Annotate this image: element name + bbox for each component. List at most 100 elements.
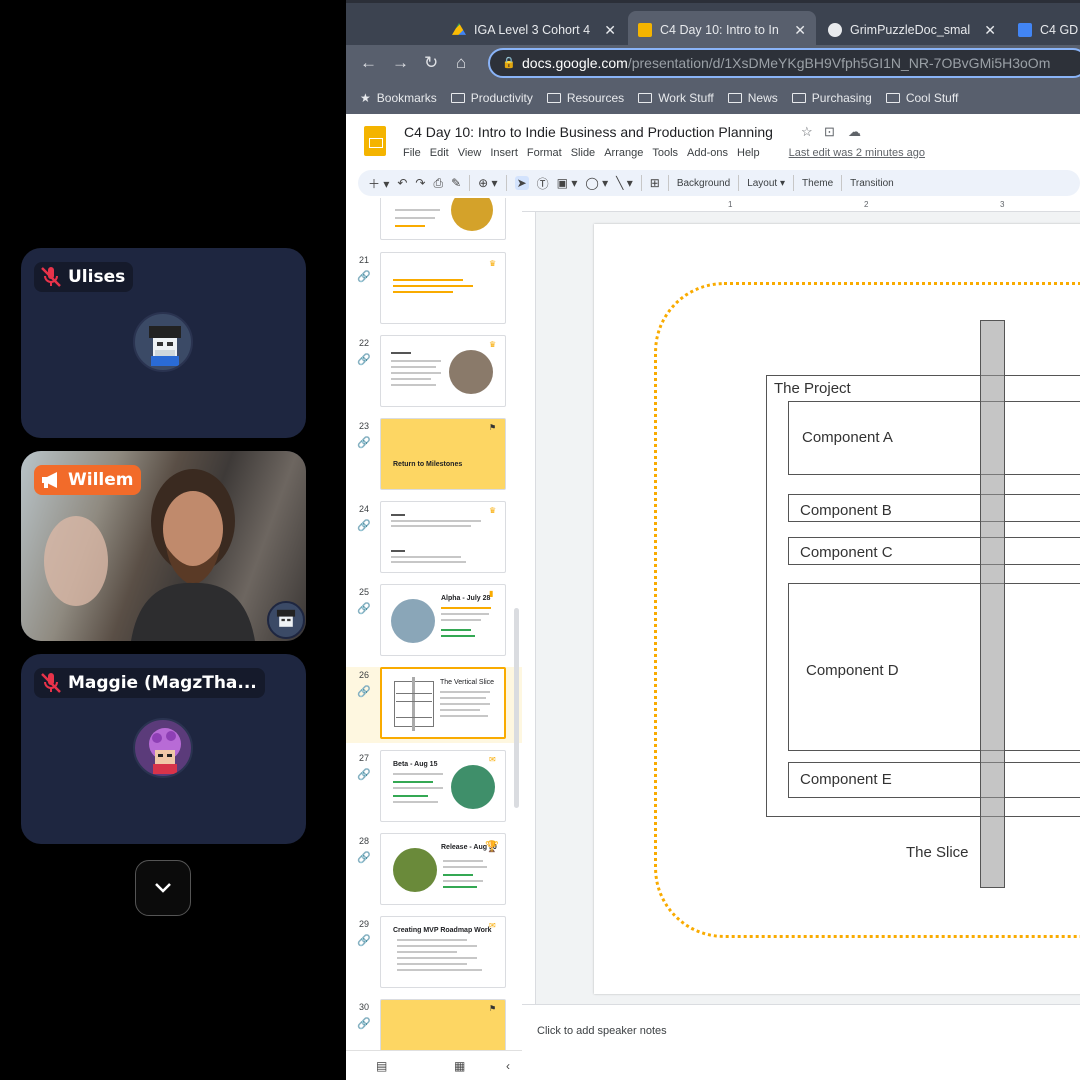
call-panel: Ulises Willem Maggie (MagzTha... [0, 0, 346, 1080]
bookmark-productivity[interactable]: Productivity [450, 91, 533, 105]
crown-icon: ♛ [489, 506, 497, 515]
grid-view-icon[interactable]: ▦ [454, 1059, 465, 1073]
forward-icon[interactable]: → [392, 53, 409, 73]
menu-insert[interactable]: Insert [490, 147, 518, 159]
star-icon[interactable]: ☆ [801, 124, 813, 140]
filmstrip-footer: ▤ ▦ ‹ [346, 1050, 522, 1080]
back-icon[interactable]: ← [360, 53, 377, 73]
link-icon: 🔗 [357, 603, 371, 615]
filmstrip-scrollbar[interactable] [514, 608, 519, 808]
bookmark-news[interactable]: News [727, 91, 778, 105]
project-label[interactable]: The Project [774, 380, 851, 397]
menu-format[interactable]: Format [527, 147, 562, 159]
collapse-panel-icon[interactable]: ‹ [506, 1059, 510, 1073]
line-icon[interactable]: ╲ ▾ [616, 176, 633, 190]
close-tab-icon[interactable]: ✕ [794, 22, 806, 39]
slide-thumbnail[interactable] [346, 198, 522, 244]
background-button[interactable]: Background [677, 178, 730, 189]
menu-tools[interactable]: Tools [652, 147, 678, 159]
slide-thumbnail[interactable]: 23 🔗 Return to Milestones ⚑ [346, 418, 522, 494]
last-edit-link[interactable]: Last edit was 2 minutes ago [789, 147, 925, 159]
toolbar-divider [640, 175, 642, 191]
menu-arrange[interactable]: Arrange [604, 147, 643, 159]
layout-button[interactable]: Layout ▾ [747, 178, 785, 189]
star-icon: ★ [360, 91, 371, 105]
slide-canvas-area: 1 2 3 The Project Component A Component … [522, 198, 1080, 1004]
google-slides-logo-icon[interactable] [364, 126, 386, 156]
move-folder-icon[interactable]: ⊡ [824, 124, 835, 140]
slice-bar[interactable] [980, 320, 1005, 888]
slide-thumbnail[interactable]: 24 🔗 ♛ [346, 501, 522, 577]
menu-file[interactable]: File [403, 147, 421, 159]
reload-icon[interactable]: ↻ [424, 53, 438, 73]
transition-button[interactable]: Transition [850, 178, 894, 189]
speaker-notes[interactable]: Click to add speaker notes [522, 1004, 1080, 1080]
text-box-icon[interactable]: Ⓣ [537, 175, 549, 192]
tab-c4-day10[interactable]: C4 Day 10: Intro to In ✕ [628, 11, 816, 49]
slide-thumbnail[interactable]: 22 🔗 ♛ [346, 335, 522, 411]
slide-thumbnail[interactable]: 30 🔗 ⚑ [346, 999, 522, 1050]
url-input[interactable]: 🔒 docs.google.com/presentation/d/1XsDMeY… [488, 48, 1080, 78]
slide-thumbnail[interactable]: 27 🔗 Beta - Aug 15 ✉ [346, 750, 522, 826]
participant-tile-willem[interactable]: Willem [21, 451, 306, 641]
menu-add-ons[interactable]: Add-ons [687, 147, 728, 159]
theme-button[interactable]: Theme [802, 178, 833, 189]
toolbar-divider [738, 175, 740, 191]
component-a-label[interactable]: Component A [802, 429, 893, 446]
avatar [267, 601, 305, 639]
component-d-label[interactable]: Component D [806, 662, 899, 679]
slice-label[interactable]: The Slice [906, 844, 969, 861]
bookmark-purchasing[interactable]: Purchasing [791, 91, 872, 105]
paint-format-icon[interactable]: ✎ [451, 176, 461, 190]
close-tab-icon[interactable]: ✕ [984, 22, 996, 39]
component-e-label[interactable]: Component E [800, 771, 892, 788]
slide-thumbnail[interactable]: 29 🔗 Creating MVP Roadmap Work ✉ [346, 916, 522, 992]
slide-thumbnail[interactable]: 25 🔗 Alpha - July 28 ▮ [346, 584, 522, 660]
link-icon: 🔗 [357, 852, 371, 864]
google-drive-icon [452, 23, 466, 35]
tab-iga-cohort[interactable]: IGA Level 3 Cohort 4 ✕ [442, 11, 626, 49]
speaker-notes-placeholder[interactable]: Click to add speaker notes [537, 1025, 667, 1037]
new-slide-icon[interactable]: ＋ ▾ [368, 175, 389, 192]
filmstrip-view-icon[interactable]: ▤ [376, 1059, 387, 1073]
component-b-label[interactable]: Component B [800, 502, 892, 519]
flag-icon: ⚑ [489, 423, 497, 432]
current-slide[interactable]: The Project Component A Component B Comp… [594, 224, 1080, 994]
image-icon[interactable]: ▣ ▾ [557, 176, 578, 190]
menu-view[interactable]: View [458, 147, 482, 159]
menu-slide[interactable]: Slide [571, 147, 595, 159]
bookmark-cool-stuff[interactable]: Cool Stuff [885, 91, 958, 105]
bookmark-bookmarks[interactable]: ★ Bookmarks [360, 91, 437, 105]
folder-icon [546, 93, 561, 103]
slide-thumbnail[interactable]: 28 🔗 Release - Aug 30 🏆 [346, 833, 522, 909]
shape-icon[interactable]: ◯ ▾ [585, 176, 608, 190]
slide-number: 29 [359, 919, 370, 929]
home-icon[interactable]: ⌂ [456, 53, 466, 73]
participant-tile-maggie[interactable]: Maggie (MagzTha... [21, 654, 306, 844]
avatar [133, 312, 193, 372]
undo-icon[interactable]: ↶ [397, 176, 407, 190]
component-c-label[interactable]: Component C [800, 544, 893, 561]
menu-edit[interactable]: Edit [430, 147, 449, 159]
bookmark-resources[interactable]: Resources [546, 91, 624, 105]
slide-number: 30 [359, 1002, 370, 1012]
zoom-icon[interactable]: ⊕ ▾ [478, 176, 497, 190]
show-more-button[interactable] [135, 860, 191, 916]
slide-thumbnail-current[interactable]: 26 🔗 The Vertical Slice [346, 667, 522, 743]
print-icon[interactable]: ⎙ [433, 176, 443, 191]
cloud-status-icon[interactable]: ☁ [848, 124, 861, 140]
comment-icon[interactable]: ⊞ [650, 176, 660, 190]
close-tab-icon[interactable]: ✕ [604, 22, 616, 39]
slide-number: 25 [359, 587, 370, 597]
participant-tile-ulises[interactable]: Ulises [21, 248, 306, 438]
document-title[interactable]: C4 Day 10: Intro to Indie Business and P… [404, 124, 773, 140]
tab-grimpuzzledoc[interactable]: GrimPuzzleDoc_smal ✕ [818, 11, 1006, 49]
slide-thumbnail[interactable]: 21 🔗 ♛ [346, 252, 522, 328]
redo-icon[interactable]: ↷ [415, 176, 425, 190]
menu-help[interactable]: Help [737, 147, 760, 159]
slide-filmstrip[interactable]: 21 🔗 ♛ 22 🔗 ♛ 23 🔗 Return to Milestones … [346, 198, 522, 1050]
tab-c4-gd[interactable]: C4 GD [1008, 11, 1080, 49]
bookmark-work-stuff[interactable]: Work Stuff [638, 91, 714, 105]
slide-number: 26 [359, 670, 370, 680]
select-cursor-icon[interactable]: ➤ [514, 176, 529, 190]
